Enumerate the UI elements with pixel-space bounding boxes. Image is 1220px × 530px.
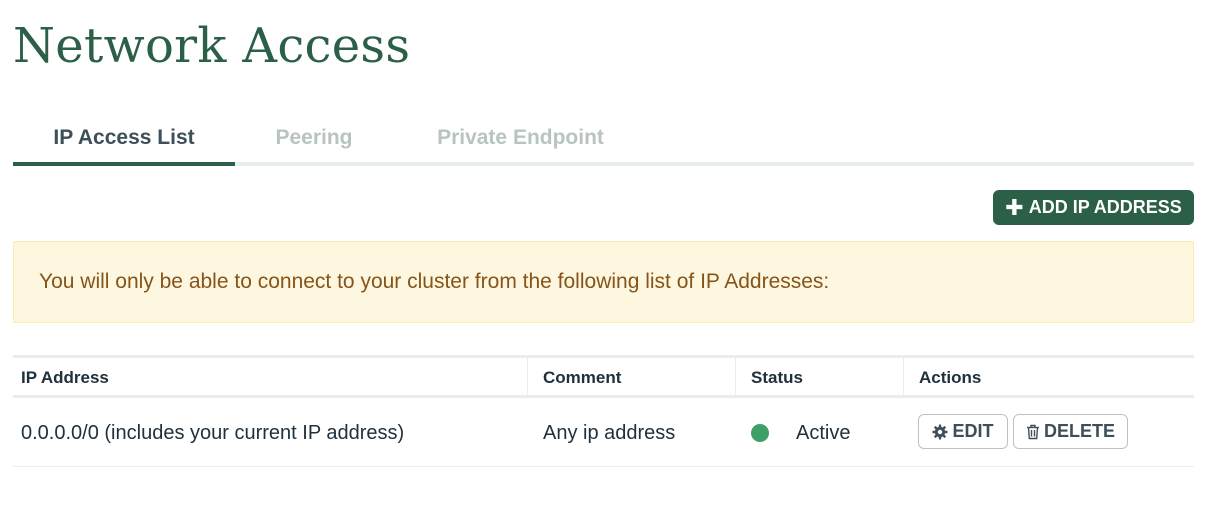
plus-icon: ✚ [1005,194,1024,220]
gear-icon [932,424,948,440]
status-active-icon [751,424,769,442]
add-ip-address-label: ADD IP ADDRESS [1028,197,1182,217]
column-header-status: Status [735,358,903,395]
table-header: IP Address Comment Status Actions [13,355,1194,398]
info-banner-text: You will only be able to connect to your… [39,270,830,293]
table-row: 0.0.0.0/0 (includes your current IP addr… [13,398,1194,467]
add-ip-address-button[interactable]: ✚ ADD IP ADDRESS [993,190,1194,225]
status-cell: Active [796,422,851,444]
tab-private-endpoint[interactable]: Private Endpoint [393,116,648,166]
column-header-comment: Comment [527,358,735,395]
tab-peering[interactable]: Peering [235,116,393,166]
tab-ip-access-list[interactable]: IP Access List [13,116,235,166]
ip-access-table: IP Address Comment Status Actions 0.0.0.… [13,355,1194,467]
ip-address-cell: 0.0.0.0/0 (includes your current IP addr… [21,422,405,444]
tab-bar: IP Access List Peering Private Endpoint [13,116,1194,166]
column-header-actions: Actions [903,358,1194,395]
edit-button[interactable]: EDIT [918,414,1008,449]
edit-label: EDIT [952,421,994,441]
comment-cell: Any ip address [543,422,676,444]
page-title: Network Access [13,18,411,74]
delete-button[interactable]: DELETE [1013,414,1128,449]
info-banner: You will only be able to connect to your… [13,241,1194,323]
column-header-ip-address: IP Address [21,368,109,387]
trash-icon [1026,424,1040,440]
delete-label: DELETE [1043,421,1115,441]
